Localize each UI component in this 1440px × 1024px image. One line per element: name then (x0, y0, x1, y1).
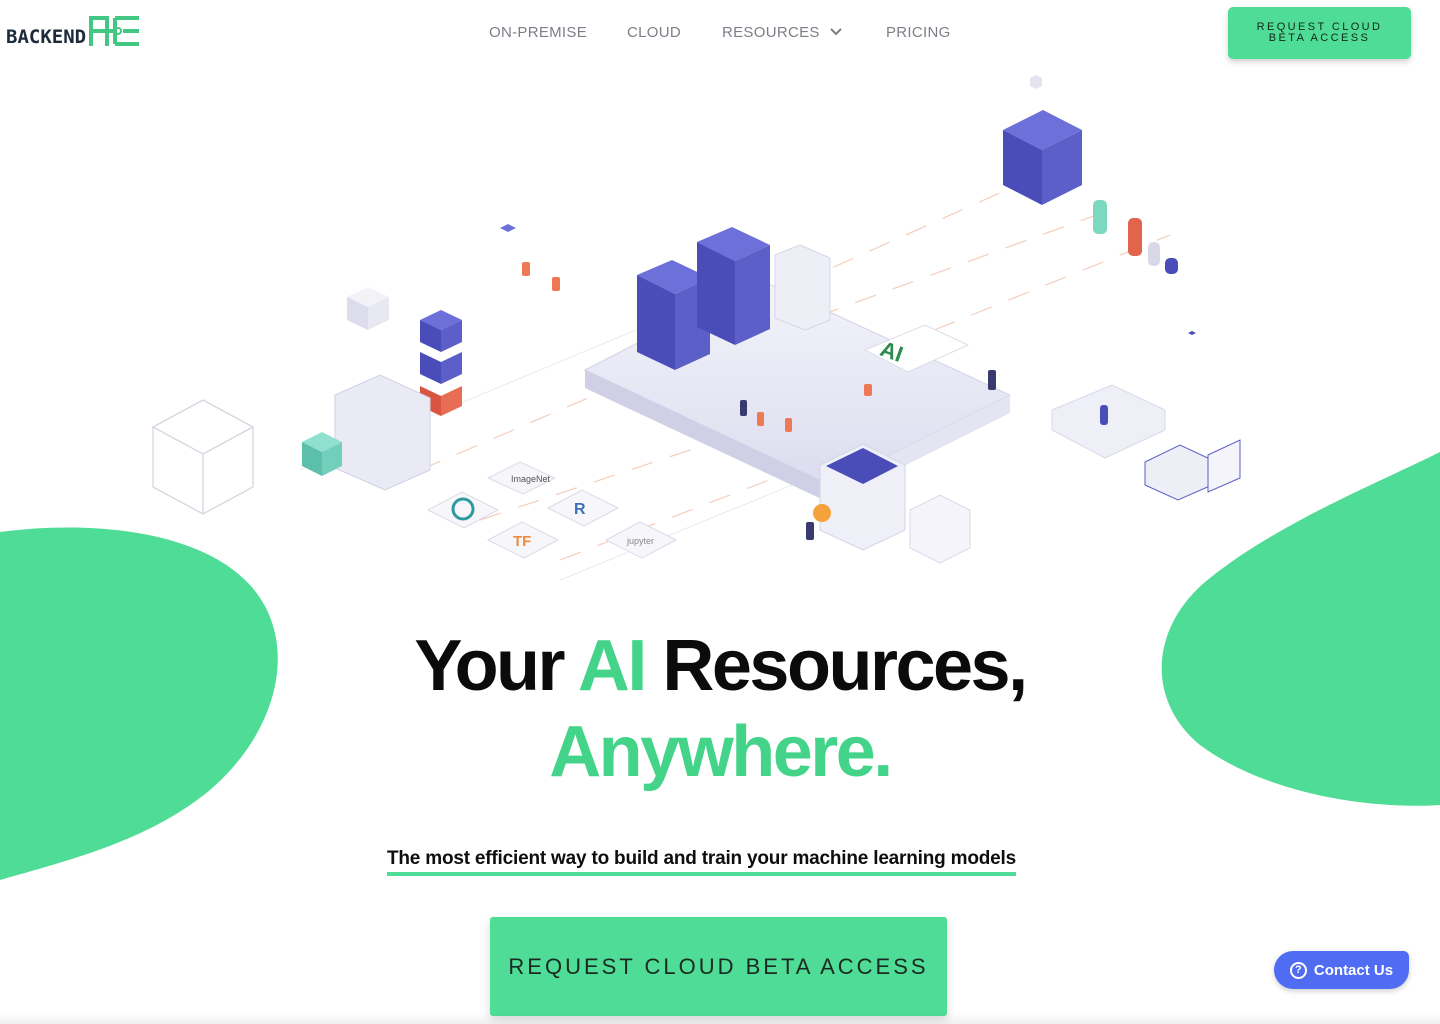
headline-part1: Your (414, 626, 578, 706)
svg-text:R: R (574, 501, 586, 518)
bottom-shadow (0, 1012, 1440, 1024)
headline-accent: AI (577, 626, 648, 706)
hero-illustration: AI ImageNet R jupyter TF (151, 75, 1241, 581)
svg-text:TF: TF (513, 533, 531, 550)
nav-item-on-premise[interactable]: ON-PREMISE (489, 24, 587, 41)
request-beta-header-button[interactable]: REQUEST CLOUD BETA ACCESS (1228, 7, 1411, 59)
nav-item-resources-label: RESOURCES (722, 24, 820, 41)
request-beta-header-label: REQUEST CLOUD BETA ACCESS (1256, 21, 1383, 44)
nav-item-resources[interactable]: RESOURCES (722, 24, 842, 41)
question-icon: ? (1289, 961, 1307, 979)
main-nav: ON-PREMISE CLOUD RESOURCES PRICING (0, 24, 1440, 44)
server-rack-icon (1003, 110, 1082, 205)
svg-text:jupyter: jupyter (626, 536, 654, 546)
contact-us-label: Contact Us (1313, 961, 1394, 979)
hero-headline-line1: Your AI Resources, (0, 630, 1440, 702)
contact-us-button[interactable]: ? Contact Us (1274, 951, 1409, 989)
request-beta-main-label: REQUEST CLOUD BETA ACCESS (508, 953, 929, 979)
hero-tagline: The most efficient way to build and trai… (387, 848, 1016, 876)
hero-headline-line2: Anywhere. (549, 712, 893, 792)
server-tower-2-icon (697, 227, 770, 345)
request-beta-main-button[interactable]: REQUEST CLOUD BETA ACCESS (490, 917, 947, 1016)
nav-item-cloud[interactable]: CLOUD (627, 24, 681, 41)
headline-part2: Resources, (644, 626, 1028, 706)
nav-item-pricing[interactable]: PRICING (886, 24, 951, 41)
chevron-down-icon (830, 27, 842, 35)
framework-tiles: ImageNet R jupyter TF (426, 461, 678, 559)
svg-text:ImageNet: ImageNet (511, 474, 551, 484)
